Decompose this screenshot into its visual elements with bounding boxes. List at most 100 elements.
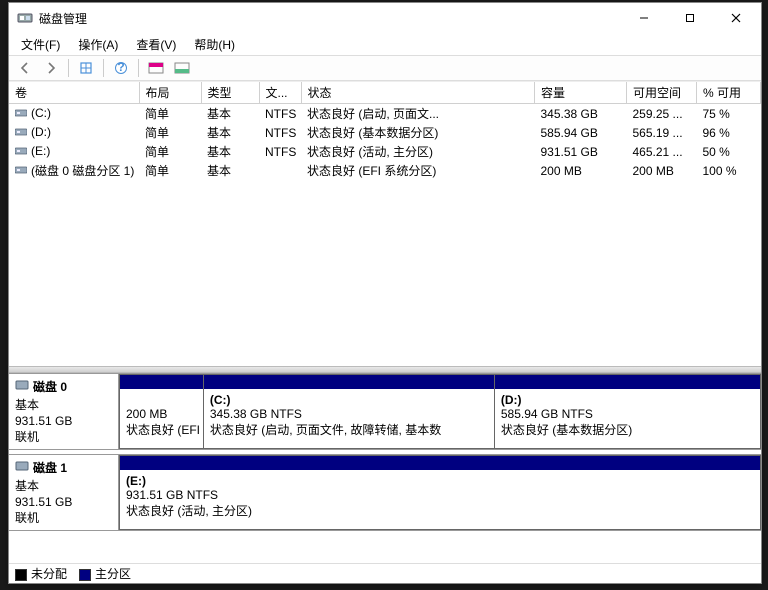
disk-state: 联机 <box>15 510 112 526</box>
cell-layout: 简单 <box>139 142 201 161</box>
cell-layout: 简单 <box>139 161 201 180</box>
partition-color-bar <box>204 375 494 389</box>
col-fs[interactable]: 文... <box>259 82 301 104</box>
disk-label: 磁盘 0 <box>33 378 67 395</box>
partition-size: 931.51 GB NTFS <box>126 488 754 502</box>
disk-label: 磁盘 1 <box>33 459 67 476</box>
disk-icon <box>15 379 29 394</box>
partition-size: 345.38 GB NTFS <box>210 407 488 421</box>
disk-bars: 200 MB状态良好 (EFI 系(C:)345.38 GB NTFS状态良好 … <box>119 374 761 449</box>
cell-capacity: 585.94 GB <box>535 123 627 142</box>
toolbar-separator <box>103 59 104 77</box>
cell-fs: NTFS <box>259 142 301 161</box>
disk-size: 931.51 GB <box>15 494 112 510</box>
partition-status: 状态良好 (活动, 主分区) <box>126 502 754 519</box>
refresh-button[interactable] <box>74 57 98 79</box>
menu-action[interactable]: 操作(A) <box>70 34 126 55</box>
col-type[interactable]: 类型 <box>201 82 259 104</box>
cell-status: 状态良好 (活动, 主分区) <box>301 142 535 161</box>
col-status[interactable]: 状态 <box>301 82 535 104</box>
legend-unallocated: 未分配 <box>15 565 67 582</box>
col-volume[interactable]: 卷 <box>9 82 139 104</box>
table-row[interactable]: (C:)简单基本NTFS状态良好 (启动, 页面文...345.38 GB259… <box>9 104 761 124</box>
partition-name: (D:) <box>501 393 754 407</box>
toolbar-separator <box>68 59 69 77</box>
col-layout[interactable]: 布局 <box>139 82 201 104</box>
cell-pct: 100 % <box>697 161 761 180</box>
partition-status: 状态良好 (基本数据分区) <box>501 421 754 438</box>
partition[interactable]: (E:)931.51 GB NTFS状态良好 (活动, 主分区) <box>120 456 760 529</box>
partition[interactable]: (D:)585.94 GB NTFS状态良好 (基本数据分区) <box>495 375 760 448</box>
table-row[interactable]: (E:)简单基本NTFS状态良好 (活动, 主分区)931.51 GB465.2… <box>9 142 761 161</box>
menu-view[interactable]: 查看(V) <box>128 34 184 55</box>
cell-type: 基本 <box>201 123 259 142</box>
primary-swatch-icon <box>79 569 91 581</box>
menu-help[interactable]: 帮助(H) <box>186 34 243 55</box>
maximize-button[interactable] <box>667 3 713 33</box>
partition[interactable]: 200 MB状态良好 (EFI 系 <box>120 375 204 448</box>
col-pct[interactable]: % 可用 <box>697 82 761 104</box>
window-title: 磁盘管理 <box>39 10 621 27</box>
volume-header-row: 卷 布局 类型 文... 状态 容量 可用空间 % 可用 <box>9 82 761 104</box>
title-bar[interactable]: 磁盘管理 <box>9 3 761 33</box>
partition-color-bar <box>495 375 760 389</box>
partition-size: 585.94 GB NTFS <box>501 407 754 421</box>
cell-type: 基本 <box>201 142 259 161</box>
cell-pct: 75 % <box>697 104 761 124</box>
disk-map-pane[interactable]: 磁盘 0基本931.51 GB联机200 MB状态良好 (EFI 系(C:)34… <box>9 373 761 563</box>
pane-splitter[interactable] <box>9 366 761 373</box>
app-icon <box>17 10 33 26</box>
col-capacity[interactable]: 容量 <box>535 82 627 104</box>
volume-table: 卷 布局 类型 文... 状态 容量 可用空间 % 可用 (C:)简单基本NTF… <box>9 82 761 180</box>
disk-size: 931.51 GB <box>15 413 112 429</box>
volume-name: (C:) <box>31 106 51 120</box>
cell-status: 状态良好 (启动, 页面文... <box>301 104 535 124</box>
help-button[interactable]: ? <box>109 57 133 79</box>
disk-row: 磁盘 0基本931.51 GB联机200 MB状态良好 (EFI 系(C:)34… <box>9 373 761 450</box>
cell-capacity: 931.51 GB <box>535 142 627 161</box>
disk-management-window: 磁盘管理 文件(F) 操作(A) 查看(V) 帮助(H) ? <box>8 2 762 584</box>
menu-bar: 文件(F) 操作(A) 查看(V) 帮助(H) <box>9 33 761 55</box>
disk-info[interactable]: 磁盘 0基本931.51 GB联机 <box>9 374 119 449</box>
col-free[interactable]: 可用空间 <box>627 82 697 104</box>
view-top-button[interactable] <box>144 57 168 79</box>
legend-bar: 未分配 主分区 <box>9 563 761 583</box>
table-row[interactable]: (D:)简单基本NTFS状态良好 (基本数据分区)585.94 GB565.19… <box>9 123 761 142</box>
disk-info[interactable]: 磁盘 1 基本931.51 GB联机 <box>9 455 119 530</box>
disk-state: 联机 <box>15 429 112 445</box>
disk-icon <box>15 460 29 475</box>
cell-free: 200 MB <box>627 161 697 180</box>
cell-layout: 简单 <box>139 123 201 142</box>
table-row[interactable]: (磁盘 0 磁盘分区 1)简单基本状态良好 (EFI 系统分区)200 MB20… <box>9 161 761 180</box>
menu-file[interactable]: 文件(F) <box>13 34 68 55</box>
partition-color-bar <box>120 456 760 470</box>
cell-pct: 50 % <box>697 142 761 161</box>
volume-list-pane[interactable]: 卷 布局 类型 文... 状态 容量 可用空间 % 可用 (C:)简单基本NTF… <box>9 81 761 366</box>
partition[interactable]: (C:)345.38 GB NTFS状态良好 (启动, 页面文件, 故障转储, … <box>204 375 495 448</box>
partition-name: (E:) <box>126 474 754 488</box>
cell-layout: 简单 <box>139 104 201 124</box>
close-button[interactable] <box>713 3 759 33</box>
back-button[interactable] <box>13 57 37 79</box>
svg-text:?: ? <box>117 61 124 74</box>
partition-status: 状态良好 (启动, 页面文件, 故障转储, 基本数 <box>210 421 488 438</box>
cell-free: 465.21 ... <box>627 142 697 161</box>
cell-pct: 96 % <box>697 123 761 142</box>
view-bottom-button[interactable] <box>170 57 194 79</box>
cell-status: 状态良好 (基本数据分区) <box>301 123 535 142</box>
cell-free: 565.19 ... <box>627 123 697 142</box>
cell-type: 基本 <box>201 104 259 124</box>
volume-icon <box>15 145 27 157</box>
content-area: 卷 布局 类型 文... 状态 容量 可用空间 % 可用 (C:)简单基本NTF… <box>9 81 761 583</box>
cell-capacity: 200 MB <box>535 161 627 180</box>
forward-button[interactable] <box>39 57 63 79</box>
volume-icon <box>15 107 27 119</box>
cell-type: 基本 <box>201 161 259 180</box>
partition-name: (C:) <box>210 393 488 407</box>
partition-size: 200 MB <box>126 407 197 421</box>
partition-status: 状态良好 (EFI 系 <box>126 421 197 438</box>
minimize-button[interactable] <box>621 3 667 33</box>
disk-kind: 基本 <box>15 478 112 494</box>
cell-fs <box>259 161 301 180</box>
cell-capacity: 345.38 GB <box>535 104 627 124</box>
